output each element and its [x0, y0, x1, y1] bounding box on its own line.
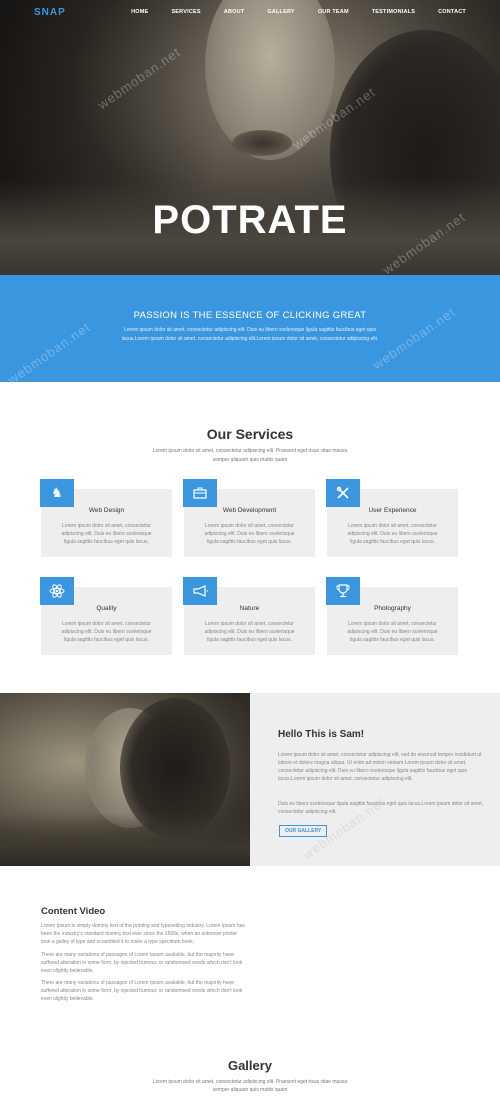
service-title: Quality	[96, 605, 117, 612]
service-title: Nature	[239, 605, 260, 612]
nav-services[interactable]: SERVICES	[171, 9, 200, 15]
service-text: Lorem ipsum dolor sit amet, consectetur …	[61, 523, 152, 545]
briefcase-icon	[183, 479, 217, 507]
knight-icon: ♞	[40, 479, 74, 507]
service-title: Photography	[374, 605, 411, 612]
tagline-title: PASSION IS THE ESSENCE OF CLICKING GREAT	[133, 310, 367, 321]
content-video-paragraph-1: Lorem Ipsum is simply dummy text of the …	[41, 923, 245, 945]
megaphone-icon	[183, 577, 217, 605]
hero-image-lips	[232, 130, 292, 156]
about-paragraph-1: Lorem ipsum dolor sit amet, consectetur …	[278, 752, 482, 782]
service-text: Lorem ipsum dolor sit amet, consectetur …	[61, 621, 152, 643]
hero-title: POTRATE	[152, 198, 348, 242]
service-card-photography[interactable]: Photography Lorem ipsum dolor sit amet, …	[326, 577, 458, 655]
top-navbar: SNAP HOME SERVICES ABOUT GALLERY OUR TEA…	[0, 0, 500, 26]
gallery-heading: Gallery	[227, 1058, 273, 1073]
service-title: User Experience	[368, 507, 417, 514]
atom-icon	[40, 577, 74, 605]
trophy-icon	[326, 577, 360, 605]
service-text: Lorem ipsum dolor sit amet, consectetur …	[347, 621, 438, 643]
nav-contact[interactable]: CONTACT	[438, 9, 466, 15]
content-video-title: Content Video	[41, 906, 106, 917]
service-title: Web Design	[88, 507, 125, 514]
about-paragraph-2: Duis eu libero scelerisque ligula sagitt…	[278, 801, 484, 815]
tagline-text: Lorem ipsum dolor sit amet, consectetur …	[121, 327, 379, 342]
nav-home[interactable]: HOME	[131, 9, 148, 15]
nav-about[interactable]: ABOUT	[224, 9, 245, 15]
services-heading: Our Services	[206, 426, 294, 442]
our-gallery-button[interactable]: OUR GALLERY	[279, 825, 328, 837]
service-card-web-development[interactable]: Web Development Lorem ipsum dolor sit am…	[183, 479, 315, 557]
service-text: Lorem ipsum dolor sit amet, consectetur …	[204, 523, 295, 545]
nav-testimonials[interactable]: TESTIMONIALS	[372, 9, 415, 15]
content-video-paragraph-2: There are many variations of passages of…	[41, 952, 243, 974]
nav-our-team[interactable]: OUR TEAM	[318, 9, 349, 15]
about-photo-body	[0, 813, 250, 866]
service-card-nature[interactable]: Nature Lorem ipsum dolor sit amet, conse…	[183, 577, 315, 655]
site-logo[interactable]: SNAP	[34, 7, 66, 18]
nav-menu: HOME SERVICES ABOUT GALLERY OUR TEAM TES…	[108, 9, 466, 15]
service-card-web-design[interactable]: ♞ Web Design Lorem ipsum dolor sit amet,…	[40, 479, 172, 557]
service-card-quality[interactable]: Quality Lorem ipsum dolor sit amet, cons…	[40, 577, 172, 655]
about-photo	[0, 693, 250, 866]
tagline-band: PASSION IS THE ESSENCE OF CLICKING GREAT…	[0, 275, 500, 382]
service-title: Web Development	[222, 507, 277, 514]
hero-section: SNAP HOME SERVICES ABOUT GALLERY OUR TEA…	[0, 0, 500, 275]
service-card-user-experience[interactable]: User Experience Lorem ipsum dolor sit am…	[326, 479, 458, 557]
about-panel: Hello This is Sam! Lorem ipsum dolor sit…	[250, 693, 500, 866]
service-text: Lorem ipsum dolor sit amet, consectetur …	[204, 621, 295, 643]
gallery-subtitle: Lorem ipsum dolor sit amet, consectetur …	[152, 1079, 348, 1093]
nav-gallery[interactable]: GALLERY	[267, 9, 294, 15]
tools-icon	[326, 479, 360, 507]
service-text: Lorem ipsum dolor sit amet, consectetur …	[347, 523, 438, 545]
about-title: Hello This is Sam!	[278, 729, 365, 740]
services-subtitle: Lorem ipsum dolor sit amet, consectetur …	[152, 448, 348, 463]
content-video-paragraph-3: There are many variations of passages of…	[41, 980, 243, 1002]
